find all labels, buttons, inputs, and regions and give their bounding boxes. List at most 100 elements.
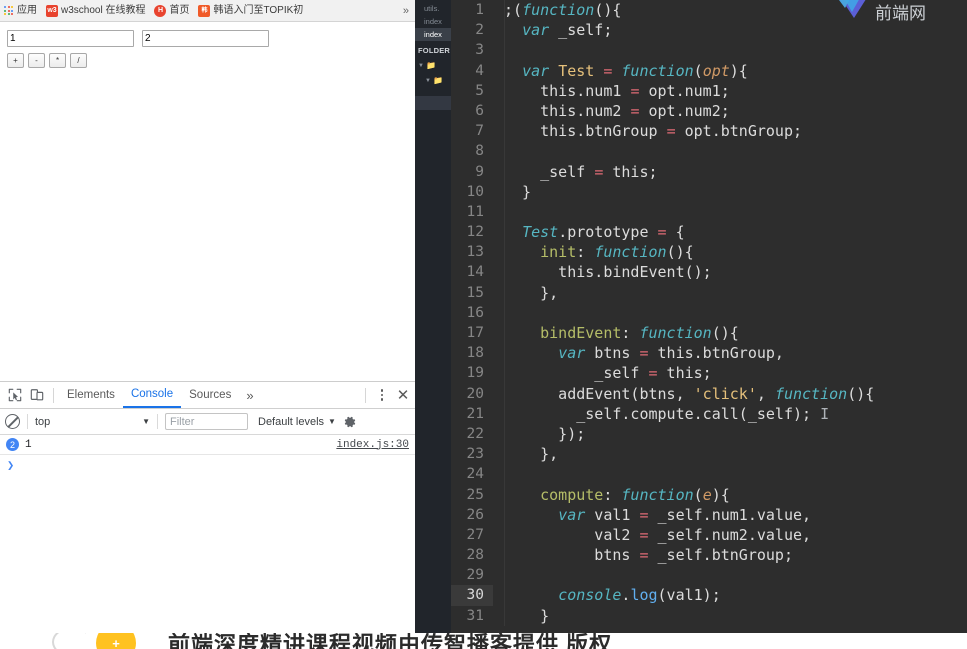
code-line-text: var btns = this.btnGroup, <box>493 343 967 364</box>
code-line[interactable]: 3 <box>451 40 967 61</box>
code-line[interactable]: 2 var _self; <box>451 20 967 41</box>
open-file-index-2[interactable]: index <box>415 28 451 41</box>
homepage-favicon: H <box>154 4 167 17</box>
code-line[interactable]: 11 <box>451 201 967 223</box>
code-line[interactable]: 27 val2 = _self.num2.value, <box>451 524 967 546</box>
code-token: addEvent(btns, <box>504 384 694 403</box>
code-line[interactable]: 6 this.num2 = opt.num2; <box>451 100 967 122</box>
code-line-text: _self = this; <box>493 161 967 182</box>
device-toolbar-icon[interactable] <box>26 384 48 406</box>
folder-tree-row-2[interactable]: ▼ 📁 <box>415 73 451 88</box>
subtract-button[interactable]: - <box>28 53 45 68</box>
code-line[interactable]: 18 var btns = this.btnGroup, <box>451 343 967 364</box>
console-context-select[interactable]: top ▼ <box>35 416 150 428</box>
folder-tree-row-1[interactable]: ▼ 📁 <box>415 58 451 73</box>
line-number: 8 <box>475 143 484 160</box>
bookmark-item-topik[interactable]: 韩 韩语入门至TOPIK初 <box>198 4 303 17</box>
line-number: 22 <box>466 425 484 442</box>
console-levels-select[interactable]: Default levels ▼ <box>258 416 336 428</box>
divide-button[interactable]: / <box>70 53 87 68</box>
code-line[interactable]: 19 _self = this; <box>451 363 967 384</box>
code-line-text: ;(function(){ <box>493 0 967 21</box>
open-file-utils[interactable]: utils. <box>415 2 451 15</box>
console-input-prompt[interactable]: ❯ <box>0 455 415 475</box>
inspect-element-icon[interactable] <box>4 384 26 406</box>
prompt-chevron-icon: ❯ <box>7 458 15 473</box>
console-levels-label: Default levels <box>258 415 325 428</box>
code-line[interactable]: 26 var val1 = _self.num1.value, <box>451 504 967 526</box>
gear-icon[interactable] <box>343 415 357 429</box>
code-token: Test <box>522 223 559 242</box>
more-options-icon[interactable] <box>373 389 391 401</box>
code-line[interactable]: 5 this.num1 = opt.num1; <box>451 80 967 102</box>
code-token: = <box>639 525 649 544</box>
code-token: val2 <box>504 525 640 544</box>
code-line[interactable]: 8 <box>451 141 967 162</box>
line-number: 23 <box>466 446 484 463</box>
bookmark-item-homepage[interactable]: H 首页 <box>154 4 189 17</box>
code-line[interactable]: 22 }); <box>451 423 967 445</box>
line-number: 21 <box>466 405 484 422</box>
tab-elements[interactable]: Elements <box>59 384 123 407</box>
code-line-text: var Test = function(opt){ <box>493 60 967 81</box>
code-line[interactable]: 12 Test.prototype = { <box>451 222 967 243</box>
bookmark-item-w3school[interactable]: w3 w3school 在线教程 <box>46 4 145 17</box>
editor-code-area[interactable]: 1 ;(function(){2 var _self; 3 4 var Test = … <box>451 0 967 633</box>
sidebar-selected-row[interactable] <box>415 96 451 110</box>
code-line[interactable]: 16 <box>451 302 967 324</box>
add-button[interactable]: + <box>7 53 24 68</box>
code-line[interactable]: 9 _self = this; <box>451 161 967 182</box>
console-source-link[interactable]: index.js:30 <box>336 439 409 451</box>
line-number: 19 <box>466 365 484 382</box>
code-line[interactable]: 25 compute: function(e){ <box>451 484 967 505</box>
code-line[interactable]: 21 _self.compute.call(_self); I <box>451 403 967 425</box>
num2-input[interactable] <box>142 30 269 47</box>
code-token: _self <box>504 364 649 383</box>
code-line[interactable]: 10 } <box>451 181 967 203</box>
num1-input[interactable] <box>7 30 134 47</box>
console-message-row[interactable]: 2 1 index.js:30 <box>0 435 415 455</box>
code-line[interactable]: 14 this.bindEvent(); <box>451 262 967 283</box>
code-token: = <box>648 364 658 383</box>
banner-inner: + 前端深度精讲课程视频由传智播客提供 版权 <box>0 633 967 649</box>
code-line[interactable]: 28 btns = _self.btnGroup; <box>451 545 967 566</box>
code-token: _self <box>504 162 595 181</box>
code-line[interactable]: 30 console.log(val1); <box>451 585 967 606</box>
bookmarks-overflow-icon[interactable]: » <box>401 0 411 21</box>
code-token: function <box>639 324 712 342</box>
line-number: 11 <box>466 203 484 220</box>
browser-window: 应用 w3 w3school 在线教程 H 首页 韩 韩语入门至TOPIK初 » <box>0 0 415 649</box>
tab-console[interactable]: Console <box>122 383 182 408</box>
close-icon[interactable]: ✕ <box>393 385 413 405</box>
code-line[interactable]: 13 init: function(){ <box>451 242 967 263</box>
code-line[interactable]: 1 ;(function(){ <box>451 0 967 21</box>
code-line-text <box>493 201 967 223</box>
code-line[interactable]: 20 addEvent(btns, 'click', function(){ <box>451 383 967 404</box>
open-file-index-1[interactable]: index <box>415 15 451 28</box>
code-line[interactable]: 17 bindEvent: function(){ <box>451 323 967 344</box>
code-line[interactable]: 23 }, <box>451 444 967 465</box>
code-line[interactable]: 24 <box>451 464 967 485</box>
code-line[interactable]: 7 this.btnGroup = opt.btnGroup; <box>451 121 967 142</box>
twisty-down-icon[interactable]: ▼ <box>425 78 431 84</box>
multiply-button[interactable]: * <box>49 53 66 68</box>
code-line[interactable]: 4 var Test = function(opt){ <box>451 60 967 81</box>
code-token: = <box>666 122 676 141</box>
code-token: opt.num2; <box>639 101 730 120</box>
code-line-text: init: function(){ <box>493 242 967 263</box>
code-token: function <box>621 61 694 80</box>
code-token: = <box>639 344 649 363</box>
code-token: function <box>594 243 667 262</box>
console-filter-input[interactable] <box>165 413 248 430</box>
code-line-text <box>493 464 967 485</box>
bookmark-apps[interactable]: 应用 <box>4 5 37 16</box>
code-line[interactable]: 15 }, <box>451 282 967 304</box>
more-tabs-icon[interactable]: » <box>239 388 259 403</box>
code-token: init <box>540 243 577 262</box>
tab-sources[interactable]: Sources <box>181 384 239 407</box>
code-line[interactable]: 29 <box>451 565 967 586</box>
code-line[interactable]: 31 } <box>451 605 967 627</box>
twisty-down-icon[interactable]: ▼ <box>418 63 424 69</box>
clear-console-icon[interactable] <box>5 414 20 429</box>
